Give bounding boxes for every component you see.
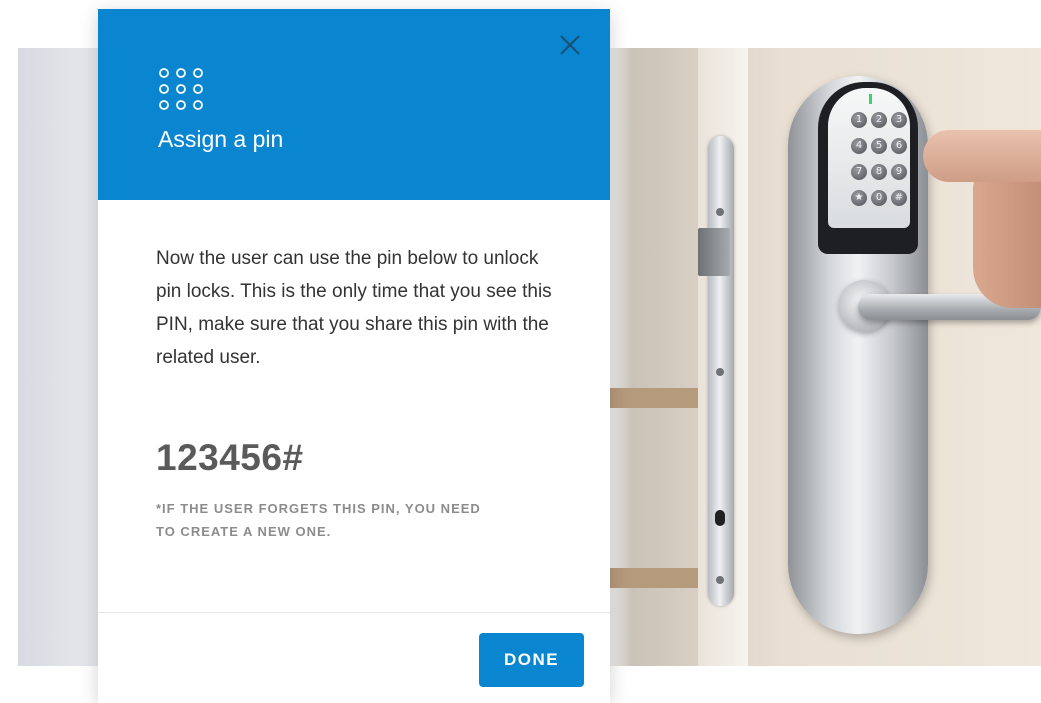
assign-pin-dialog: Assign a pin Now the user can use the pi… bbox=[98, 9, 610, 703]
pointing-finger bbox=[923, 130, 1041, 182]
screw bbox=[716, 576, 724, 584]
dialog-description: Now the user can use the pin below to un… bbox=[156, 248, 552, 368]
keypad-key: 5 bbox=[871, 138, 887, 154]
keypad-key: 4 bbox=[851, 138, 867, 154]
keypad-key: 8 bbox=[871, 164, 887, 180]
dialog-footer-divider bbox=[98, 612, 610, 613]
keypad-key: 2 bbox=[871, 112, 887, 128]
pin-value: 123456# bbox=[156, 437, 304, 478]
keypad-key: 7 bbox=[851, 164, 867, 180]
keypad-key: 9 bbox=[891, 164, 907, 180]
keyhole bbox=[715, 510, 725, 526]
door-latch bbox=[698, 228, 730, 276]
keypad-key: 6 bbox=[891, 138, 907, 154]
pin-warning: *IF THE USER FORGETS THIS PIN, YOU NEED … bbox=[156, 501, 481, 539]
close-icon[interactable] bbox=[556, 31, 584, 59]
screw bbox=[716, 368, 724, 376]
hand bbox=[973, 168, 1041, 308]
background-shelf bbox=[610, 388, 700, 408]
done-button[interactable]: DONE bbox=[479, 633, 584, 687]
background-left-strip bbox=[18, 48, 98, 666]
lock-keypad-face bbox=[828, 88, 910, 228]
keypad-key: 1 bbox=[851, 112, 867, 128]
screw bbox=[716, 208, 724, 216]
keypad-key: 3 bbox=[891, 112, 907, 128]
keypad-icon bbox=[158, 67, 206, 115]
dialog-title: Assign a pin bbox=[158, 126, 284, 152]
keypad-key: # bbox=[891, 190, 907, 206]
background-shelf bbox=[610, 568, 700, 588]
keypad-led bbox=[869, 94, 872, 104]
keypad-key: ★ bbox=[851, 190, 867, 206]
keypad-key: 0 bbox=[871, 190, 887, 206]
dialog-header: Assign a pin bbox=[98, 9, 610, 200]
